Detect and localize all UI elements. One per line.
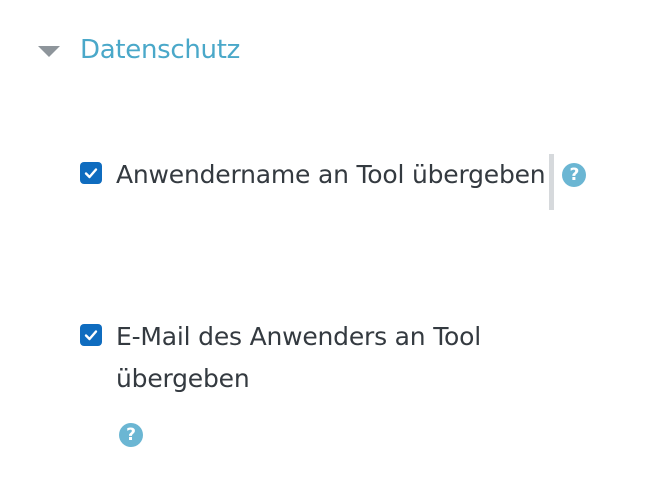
help-glyph: ?: [126, 425, 136, 445]
username-label[interactable]: Anwendername an Tool übergeben: [116, 154, 555, 210]
email-checkbox[interactable]: [80, 324, 102, 346]
section-toggle-datenschutz[interactable]: Datenschutz: [38, 30, 240, 70]
checkmark-icon: [84, 330, 98, 341]
question-circle-icon[interactable]: ?: [562, 163, 587, 187]
username-checkbox[interactable]: [80, 162, 102, 184]
option-row-username: Anwendername an Tool übergeben ?: [80, 154, 587, 210]
checkmark-icon: [84, 168, 98, 179]
email-label[interactable]: E-Mail des Anwenders an Tool übergeben: [116, 316, 536, 400]
help-glyph: ?: [569, 165, 580, 185]
section-title: Datenschutz: [80, 35, 240, 65]
question-circle-icon[interactable]: ?: [119, 423, 143, 447]
caret-down-icon: [38, 45, 60, 57]
option-row-email: E-Mail des Anwenders an Tool übergeben: [80, 316, 536, 400]
